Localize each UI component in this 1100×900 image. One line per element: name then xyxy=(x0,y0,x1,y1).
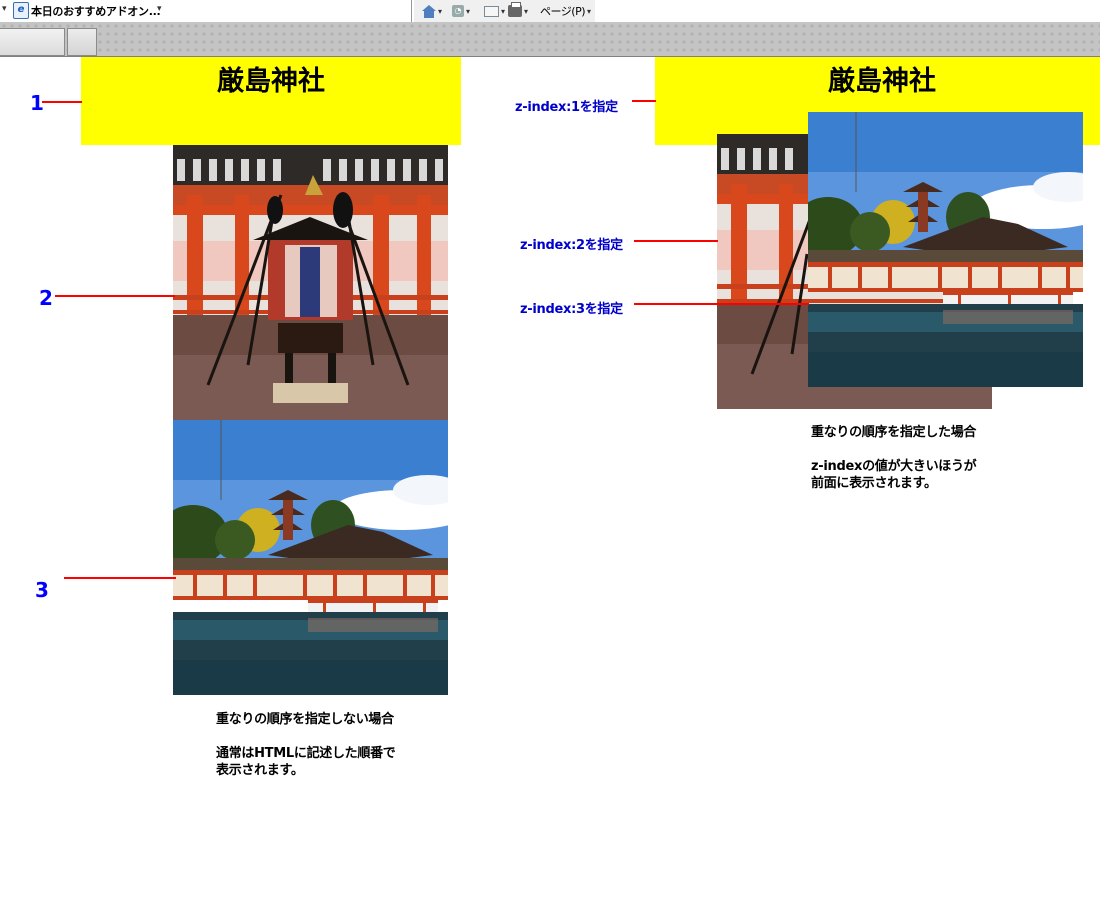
favorites-bar: ▾ e 本日のおすすめアドオン... ▾ ▾ ◔ ▾ ▾ ▾ ページ(P) ▾ xyxy=(0,0,1100,22)
right-caption: 重なりの順序を指定した場合 z-indexの値が大きいほうが 前面に表示されます… xyxy=(811,424,977,492)
right-banner-title: 厳島神社 xyxy=(828,66,936,97)
z-index-3-line xyxy=(634,303,809,305)
new-tab-button[interactable] xyxy=(67,28,97,56)
chevron-down-icon[interactable]: ▾ xyxy=(2,4,7,14)
callout-line-2 xyxy=(55,295,175,297)
callout-number-1: 1 xyxy=(30,91,44,115)
shrine-water-photo-right xyxy=(808,112,1083,387)
feeds-button[interactable]: ◔ ▾ xyxy=(452,3,470,19)
right-caption-line2: 前面に表示されます。 xyxy=(811,476,937,491)
favorite-link-addons[interactable]: 本日のおすすめアドオン... xyxy=(31,3,161,19)
browser-toolbar: ▾ e 本日のおすすめアドオン... ▾ ▾ ◔ ▾ ▾ ▾ ページ(P) ▾ xyxy=(0,0,1100,57)
mail-button[interactable]: ▾ xyxy=(484,3,505,19)
home-button[interactable]: ▾ xyxy=(422,3,442,19)
shrine-interior-photo-left xyxy=(173,145,448,420)
right-caption-title: 重なりの順序を指定した場合 xyxy=(811,425,977,440)
page-menu-button[interactable]: ページ(P) ▾ xyxy=(540,3,591,19)
callout-number-3: 3 xyxy=(35,578,49,602)
left-caption-line2: 表示されます。 xyxy=(216,763,304,778)
print-button[interactable]: ▾ xyxy=(508,2,528,19)
shrine-water-photo-left xyxy=(173,420,448,695)
chevron-down-icon[interactable]: ▾ xyxy=(157,4,162,14)
browser-tab[interactable] xyxy=(0,28,65,56)
callout-line-3 xyxy=(64,577,176,579)
right-caption-line1: z-indexの値が大きいほうが xyxy=(811,459,977,474)
left-banner-title: 厳島神社 xyxy=(217,66,325,97)
mail-icon xyxy=(484,5,499,17)
tab-strip xyxy=(0,22,1100,57)
left-caption-title: 重なりの順序を指定しない場合 xyxy=(216,712,394,727)
ie-favicon-icon: e xyxy=(13,2,29,19)
home-icon xyxy=(422,4,436,18)
left-caption: 重なりの順序を指定しない場合 通常はHTMLに記述した順番で 表示されます。 xyxy=(216,711,396,779)
rss-icon: ◔ xyxy=(452,5,464,17)
z-index-2-line xyxy=(634,240,718,242)
z-index-1-label: z-index:1を指定 xyxy=(515,100,618,115)
left-banner-layer1: 厳島神社 xyxy=(81,57,461,145)
z-index-3-label: z-index:3を指定 xyxy=(520,302,623,317)
z-index-1-line xyxy=(632,100,656,102)
print-icon xyxy=(508,2,522,17)
left-caption-line1: 通常はHTMLに記述した順番で xyxy=(216,746,396,761)
page-menu-label: ページ(P) xyxy=(540,5,586,18)
z-index-2-label: z-index:2を指定 xyxy=(520,238,623,253)
callout-number-2: 2 xyxy=(39,286,53,310)
command-bar: ▾ ◔ ▾ ▾ ▾ ページ(P) ▾ xyxy=(414,0,595,22)
callout-line-1 xyxy=(42,101,82,103)
